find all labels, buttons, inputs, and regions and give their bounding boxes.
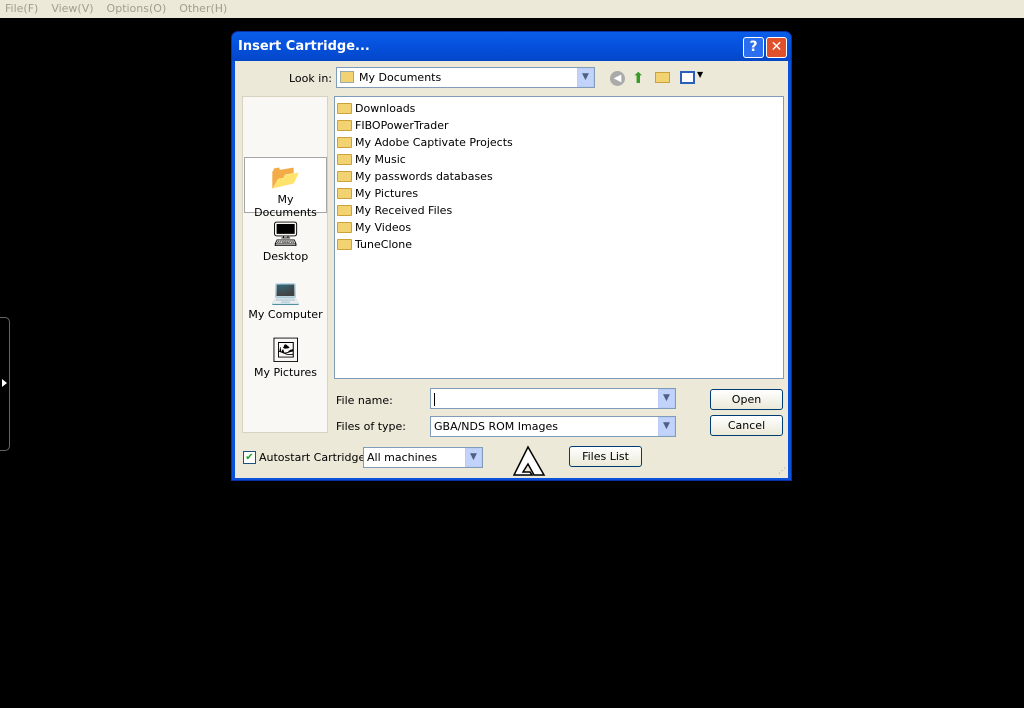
look-in-label: Look in:: [289, 72, 332, 85]
dialog-title: Insert Cartridge...: [232, 32, 791, 61]
files-of-type-label: Files of type:: [336, 420, 407, 433]
file-name: My Music: [355, 153, 406, 166]
list-item[interactable]: TuneClone: [337, 236, 781, 253]
file-name-label: File name:: [336, 394, 393, 407]
folder-icon: [337, 154, 352, 165]
file-name-input[interactable]: ▼: [430, 388, 676, 409]
menu-bar: File(F) View(V) Options(O) Other(H): [0, 0, 1024, 18]
place-label: My Pictures: [253, 366, 318, 379]
list-item[interactable]: My Received Files: [337, 202, 781, 219]
arrow-right-icon: [2, 379, 7, 387]
folder-icon: [337, 120, 352, 131]
place-my-documents[interactable]: 📂 My Documents: [244, 157, 327, 219]
place-my-computer[interactable]: 💻 My Computer: [244, 273, 327, 329]
insert-cartridge-dialog: Insert Cartridge... ? ✕ Look in: My Docu…: [231, 31, 792, 481]
file-name: My Pictures: [355, 187, 419, 200]
folder-icon: [337, 205, 352, 216]
folder-icon: [337, 137, 352, 148]
place-label: My Computer: [248, 308, 323, 321]
view-dropdown-arrow-icon[interactable]: ▼: [697, 70, 703, 79]
cancel-button[interactable]: Cancel: [710, 415, 783, 436]
file-name: Downloads: [355, 102, 416, 115]
place-my-pictures[interactable]: 🖼 My Pictures: [244, 331, 327, 387]
folder-icon: [337, 171, 352, 182]
list-item[interactable]: FIBOPowerTrader: [337, 117, 781, 134]
file-name: My Received Files: [355, 204, 453, 217]
my-pictures-icon: 🖼: [270, 336, 301, 364]
close-button[interactable]: ✕: [766, 37, 787, 58]
look-in-select[interactable]: My Documents ▼: [336, 67, 595, 88]
folder-icon: [337, 188, 352, 199]
menu-view[interactable]: View(V): [51, 0, 93, 18]
autostart-label: Autostart Cartridge: [259, 451, 366, 464]
up-folder-icon[interactable]: ⬆: [632, 69, 645, 87]
my-computer-icon: 💻: [270, 278, 301, 306]
file-list[interactable]: Downloads FIBOPowerTrader My Adobe Captiva…: [334, 96, 784, 379]
side-panel-toggle[interactable]: [0, 317, 10, 451]
files-list-button[interactable]: Files List: [569, 446, 642, 467]
new-folder-icon[interactable]: [655, 72, 670, 83]
file-name: My passwords databases: [355, 170, 493, 183]
chevron-down-icon[interactable]: ▼: [577, 68, 594, 87]
machine-select[interactable]: All machines ▼: [363, 447, 483, 468]
places-bar: 📂 My Documents 🖥 Desktop 💻 My Computer 🖼 My …: [242, 96, 328, 433]
files-of-type-value: GBA/NDS ROM Images: [434, 420, 558, 433]
folder-icon: [337, 239, 352, 250]
file-name: My Videos: [355, 221, 412, 234]
chevron-down-icon[interactable]: ▼: [465, 448, 482, 467]
view-menu-icon[interactable]: [680, 71, 695, 84]
list-item[interactable]: My passwords databases: [337, 168, 781, 185]
list-item[interactable]: My Videos: [337, 219, 781, 236]
file-name: FIBOPowerTrader: [355, 119, 449, 132]
autostart-checkbox[interactable]: ✔: [243, 451, 256, 464]
resize-grip-icon[interactable]: ⋰: [778, 466, 786, 475]
list-item[interactable]: My Music: [337, 151, 781, 168]
help-button[interactable]: ?: [743, 37, 764, 58]
my-documents-icon: 📂: [270, 163, 301, 191]
desktop-icon: 🖥: [270, 220, 301, 248]
my-documents-icon: [340, 71, 354, 83]
files-of-type-select[interactable]: GBA/NDS ROM Images ▼: [430, 416, 676, 437]
list-item[interactable]: Downloads: [337, 100, 781, 117]
menu-options[interactable]: Options(O): [107, 0, 167, 18]
file-name: TuneClone: [355, 238, 412, 251]
text-cursor: [434, 392, 435, 406]
menu-other[interactable]: Other(H): [179, 0, 227, 18]
list-item[interactable]: My Pictures: [337, 185, 781, 202]
menu-file[interactable]: File(F): [5, 0, 38, 18]
back-icon[interactable]: ◀: [610, 71, 625, 86]
place-label: Desktop: [262, 250, 309, 263]
chevron-down-icon[interactable]: ▼: [658, 389, 675, 408]
file-name: My Adobe Captivate Projects: [355, 136, 513, 149]
open-button[interactable]: Open: [710, 389, 783, 410]
folder-icon: [337, 222, 352, 233]
look-in-value: My Documents: [359, 71, 442, 84]
logo-icon: [512, 445, 546, 476]
machine-value: All machines: [367, 451, 438, 464]
list-item[interactable]: My Adobe Captivate Projects: [337, 134, 781, 151]
chevron-down-icon[interactable]: ▼: [658, 417, 675, 436]
folder-icon: [337, 103, 352, 114]
place-desktop[interactable]: 🖥 Desktop: [244, 215, 327, 271]
